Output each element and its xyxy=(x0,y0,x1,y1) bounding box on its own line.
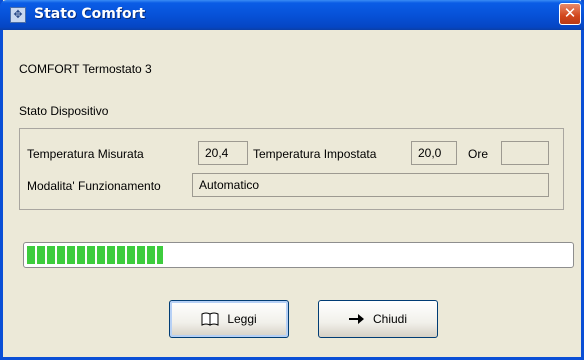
set-temperature-label: Temperatura Impostata xyxy=(253,147,377,161)
arrow-right-icon xyxy=(348,313,365,325)
progress-bar-fill xyxy=(27,246,163,264)
hours-label: Ore xyxy=(468,147,489,161)
measured-temperature-field: 20,4 xyxy=(198,141,248,165)
dialog-window: ✥ Stato Comfort ✕ COMFORT Termostato 3 S… xyxy=(0,0,584,360)
device-status-group: Stato Dispositivo Temperatura Misurata 2… xyxy=(19,98,564,210)
hours-field xyxy=(501,141,549,165)
app-icon: ✥ xyxy=(10,7,26,23)
window-title: Stato Comfort xyxy=(34,6,146,22)
set-temperature-field: 20,0 xyxy=(411,141,457,165)
read-button-label: Leggi xyxy=(227,312,257,326)
device-status-panel: Temperatura Misurata 20,4 Temperatura Im… xyxy=(19,128,564,210)
device-status-label: Stato Dispositivo xyxy=(19,104,109,118)
measured-temperature-label: Temperatura Misurata xyxy=(27,147,144,161)
read-button[interactable]: Leggi xyxy=(169,300,289,338)
close-button[interactable]: Chiudi xyxy=(318,300,438,338)
operating-mode-label: Modalita' Funzionamento xyxy=(27,179,161,193)
dialog-content: COMFORT Termostato 3 Stato Dispositivo T… xyxy=(3,30,581,357)
operating-mode-field: Automatico xyxy=(192,173,549,197)
close-button-label: Chiudi xyxy=(372,312,408,326)
title-bar[interactable]: ✥ Stato Comfort ✕ xyxy=(0,0,584,30)
close-window-button[interactable]: ✕ xyxy=(559,3,581,25)
book-icon xyxy=(201,312,219,326)
progress-bar xyxy=(23,242,574,268)
device-heading: COMFORT Termostato 3 xyxy=(19,62,152,76)
